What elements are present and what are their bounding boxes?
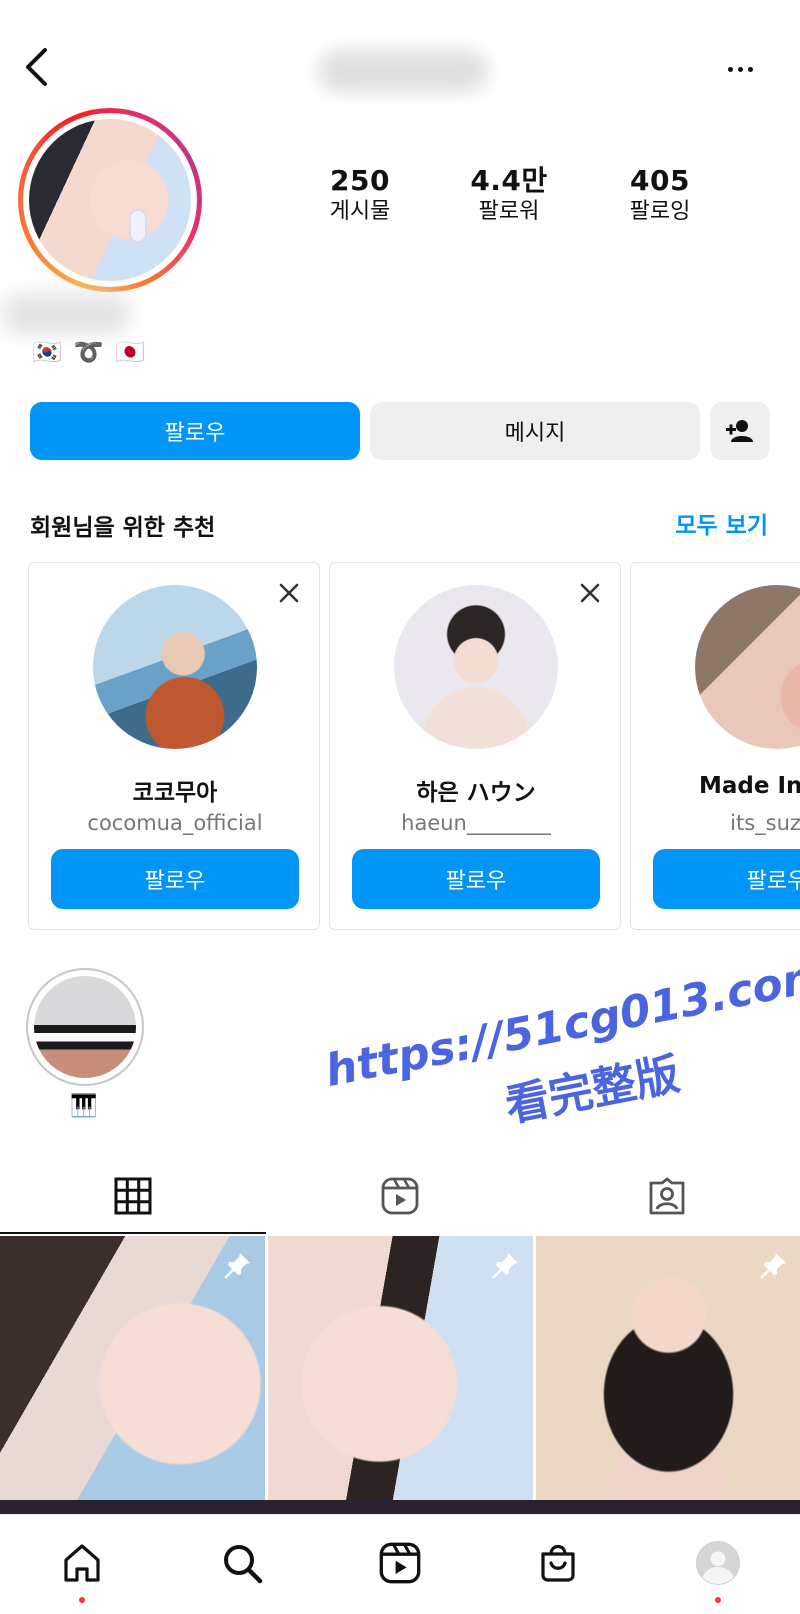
more-horizontal-icon <box>727 66 733 72</box>
suggestions-title: 회원님을 위한 추천 <box>30 515 216 541</box>
suggestion-handle: its_suzy_ <box>730 811 800 835</box>
nav-profile[interactable] <box>688 1533 748 1593</box>
watermark-url: https://51cg013.com <box>321 949 800 1098</box>
display-name-blurred <box>2 294 130 334</box>
suggestion-follow-button[interactable]: 팔로우 <box>352 849 600 909</box>
more-options-button[interactable] <box>722 56 758 82</box>
stat-posts-label: 게시물 <box>329 199 391 224</box>
watermark-text: 看完整版 <box>501 1048 684 1133</box>
tab-posts[interactable] <box>0 1158 266 1234</box>
profile-bio: 🇰🇷 ➰ 🇯🇵 <box>32 338 147 366</box>
nav-search[interactable] <box>212 1533 272 1593</box>
suggestion-card[interactable]: Made In Kor its_suzy_ 팔로우 <box>630 562 800 930</box>
suggestions-carousel[interactable]: 코코무아 cocomua_official 팔로우 하은 ハウン haeun__… <box>0 562 800 930</box>
nav-home[interactable] <box>52 1533 112 1593</box>
see-all-link[interactable]: 모두 보기 <box>675 506 768 540</box>
stat-following-count: 405 <box>630 164 690 197</box>
message-button[interactable]: 메시지 <box>370 402 700 460</box>
profile-tabs <box>0 1158 800 1234</box>
person-add-icon <box>726 420 753 442</box>
suggestion-name: Made In Kor <box>699 773 800 799</box>
stat-posts-count: 250 <box>330 164 390 197</box>
stat-following[interactable]: 405 팔로잉 <box>590 164 730 226</box>
close-icon[interactable] <box>277 581 301 605</box>
suggestion-handle: cocomua_official <box>87 811 263 835</box>
stat-posts[interactable]: 250 게시물 <box>290 164 430 226</box>
back-button[interactable] <box>18 44 54 90</box>
close-icon[interactable] <box>578 581 602 605</box>
tab-tagged[interactable] <box>534 1158 800 1234</box>
stat-followers-label: 팔로워 <box>478 199 540 224</box>
reels-icon <box>381 1177 419 1215</box>
profile-avatar-small <box>696 1541 740 1585</box>
post-thumbnail[interactable] <box>268 1236 533 1500</box>
next-row-thumbnails[interactable] <box>0 1500 800 1514</box>
nav-reels[interactable] <box>370 1533 430 1593</box>
profile-header <box>0 0 800 110</box>
shopping-bag-icon <box>541 1544 575 1582</box>
suggestion-avatar[interactable] <box>695 585 800 749</box>
pin-icon <box>224 1253 250 1279</box>
stat-followers[interactable]: 4.4만 팔로워 <box>439 164 579 226</box>
profile-actions: 팔로우 메시지 <box>0 402 800 462</box>
username-blurred <box>318 50 488 92</box>
nav-shop[interactable] <box>528 1533 588 1593</box>
suggestion-card[interactable]: 코코무아 cocomua_official 팔로우 <box>28 562 320 930</box>
chevron-left-icon <box>26 48 47 86</box>
search-icon <box>224 1545 263 1584</box>
home-notification-dot <box>79 1597 85 1603</box>
suggestion-name: 코코무아 <box>132 780 218 806</box>
stat-followers-count: 4.4만 <box>470 164 548 197</box>
suggestion-handle: haeun________ <box>401 811 551 835</box>
follow-button[interactable]: 팔로우 <box>30 402 360 460</box>
highlight-label: 🎹 <box>70 1094 98 1119</box>
pin-icon <box>760 1253 786 1279</box>
post-thumbnail[interactable] <box>536 1236 800 1500</box>
grid-icon <box>114 1177 152 1215</box>
post-thumbnail[interactable] <box>0 1236 265 1500</box>
suggestion-follow-button[interactable]: 팔로우 <box>653 849 800 909</box>
pin-icon <box>492 1253 518 1279</box>
story-highlight[interactable] <box>26 968 144 1086</box>
watermark-overlay: https://51cg013.com 看完整版 <box>300 895 800 1167</box>
suggestion-card[interactable]: 하은 ハウン haeun________ 팔로우 <box>329 562 621 930</box>
bottom-navigation <box>0 1514 800 1614</box>
posts-grid <box>0 1236 800 1514</box>
tab-reels[interactable] <box>267 1158 533 1234</box>
tagged-icon <box>649 1177 685 1215</box>
suggestion-avatar[interactable] <box>394 585 558 749</box>
suggestion-follow-button[interactable]: 팔로우 <box>51 849 299 909</box>
reels-icon <box>379 1542 421 1584</box>
suggestion-name: 하은 ハウン <box>416 780 536 806</box>
profile-stats: 250 게시물 4.4만 팔로워 405 팔로잉 <box>0 164 800 234</box>
suggestion-avatar[interactable] <box>93 585 257 749</box>
home-icon <box>64 1544 100 1582</box>
profile-notification-dot <box>715 1597 721 1603</box>
highlight-cover <box>34 976 136 1078</box>
stat-following-label: 팔로잉 <box>629 199 691 224</box>
suggested-users-button[interactable] <box>710 402 770 460</box>
